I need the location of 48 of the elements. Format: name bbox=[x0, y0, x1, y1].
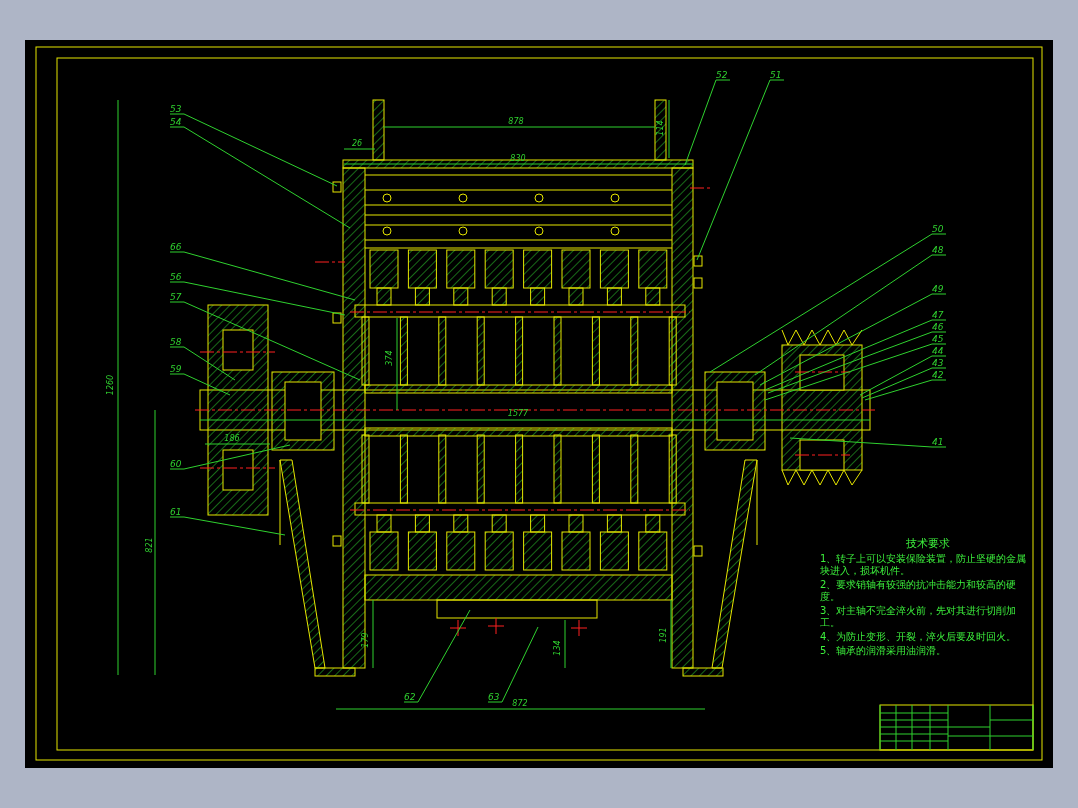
part-number-label: 60 bbox=[170, 459, 182, 469]
dimension-label: 26 bbox=[351, 139, 363, 148]
dimension-label: 374 bbox=[385, 350, 394, 366]
part-number-label: 44 bbox=[932, 346, 944, 356]
part-number-label: 52 bbox=[716, 70, 728, 80]
dimension-label: 1260 bbox=[106, 374, 115, 396]
dimension-label: 134 bbox=[553, 640, 562, 656]
dimension-label: 872 bbox=[512, 699, 528, 708]
part-number-label: 41 bbox=[932, 437, 944, 447]
part-number-label: 48 bbox=[932, 245, 944, 255]
part-number-label: 53 bbox=[170, 104, 182, 114]
part-number-label: 66 bbox=[170, 242, 182, 252]
dimension-label: 878 bbox=[508, 117, 524, 126]
dimension-label: 1577 bbox=[507, 409, 529, 418]
dimension-label: 114 bbox=[656, 120, 665, 136]
part-number-label: 62 bbox=[404, 692, 416, 702]
requirement-note: 1、转子上可以安装保险装置，防止坚硬的金属块进入，损坏机件。 bbox=[820, 553, 1028, 577]
dimension-label: 191 bbox=[659, 627, 668, 643]
requirement-note: 5、轴承的润滑采用油润滑。 bbox=[820, 645, 948, 657]
requirement-note: 2、要求销轴有较强的抗冲击能力和较高的硬度。 bbox=[820, 579, 1018, 603]
requirement-note: 3、对主轴不完全淬火前，先对其进行切削加工。 bbox=[820, 605, 1018, 629]
notes-title: 技术要求 bbox=[904, 538, 951, 550]
dimension-line bbox=[343, 148, 376, 150]
part-number-label: 61 bbox=[170, 507, 182, 517]
dimension-label: 830 bbox=[510, 154, 526, 163]
part-number-label: 57 bbox=[170, 292, 182, 302]
part-number-label: 45 bbox=[932, 334, 944, 344]
part-number-label: 59 bbox=[170, 364, 182, 374]
requirement-note: 4、为防止变形、开裂，淬火后要及时回火。 bbox=[820, 631, 1018, 643]
part-number-label: 56 bbox=[170, 272, 182, 282]
dimension-line bbox=[372, 599, 374, 669]
dimension-line bbox=[670, 599, 672, 669]
dimension-line bbox=[564, 619, 566, 669]
part-number-label: 51 bbox=[770, 70, 782, 80]
dimension-line bbox=[204, 443, 271, 445]
part-number-label: 54 bbox=[170, 117, 182, 127]
part-number-label: 49 bbox=[932, 284, 944, 294]
dimension-label: 179 bbox=[361, 632, 370, 648]
dimension-label: 821 bbox=[145, 537, 154, 553]
part-number-label: 63 bbox=[488, 692, 500, 702]
part-number-label: 47 bbox=[932, 310, 944, 320]
part-number-label: 42 bbox=[932, 370, 944, 380]
part-number-label: 50 bbox=[932, 224, 944, 234]
dimension-label: 186 bbox=[224, 434, 240, 443]
part-number-label: 46 bbox=[932, 322, 944, 332]
part-number-label: 58 bbox=[170, 337, 182, 347]
dimension-line bbox=[668, 99, 670, 159]
part-number-label: 43 bbox=[932, 358, 944, 368]
